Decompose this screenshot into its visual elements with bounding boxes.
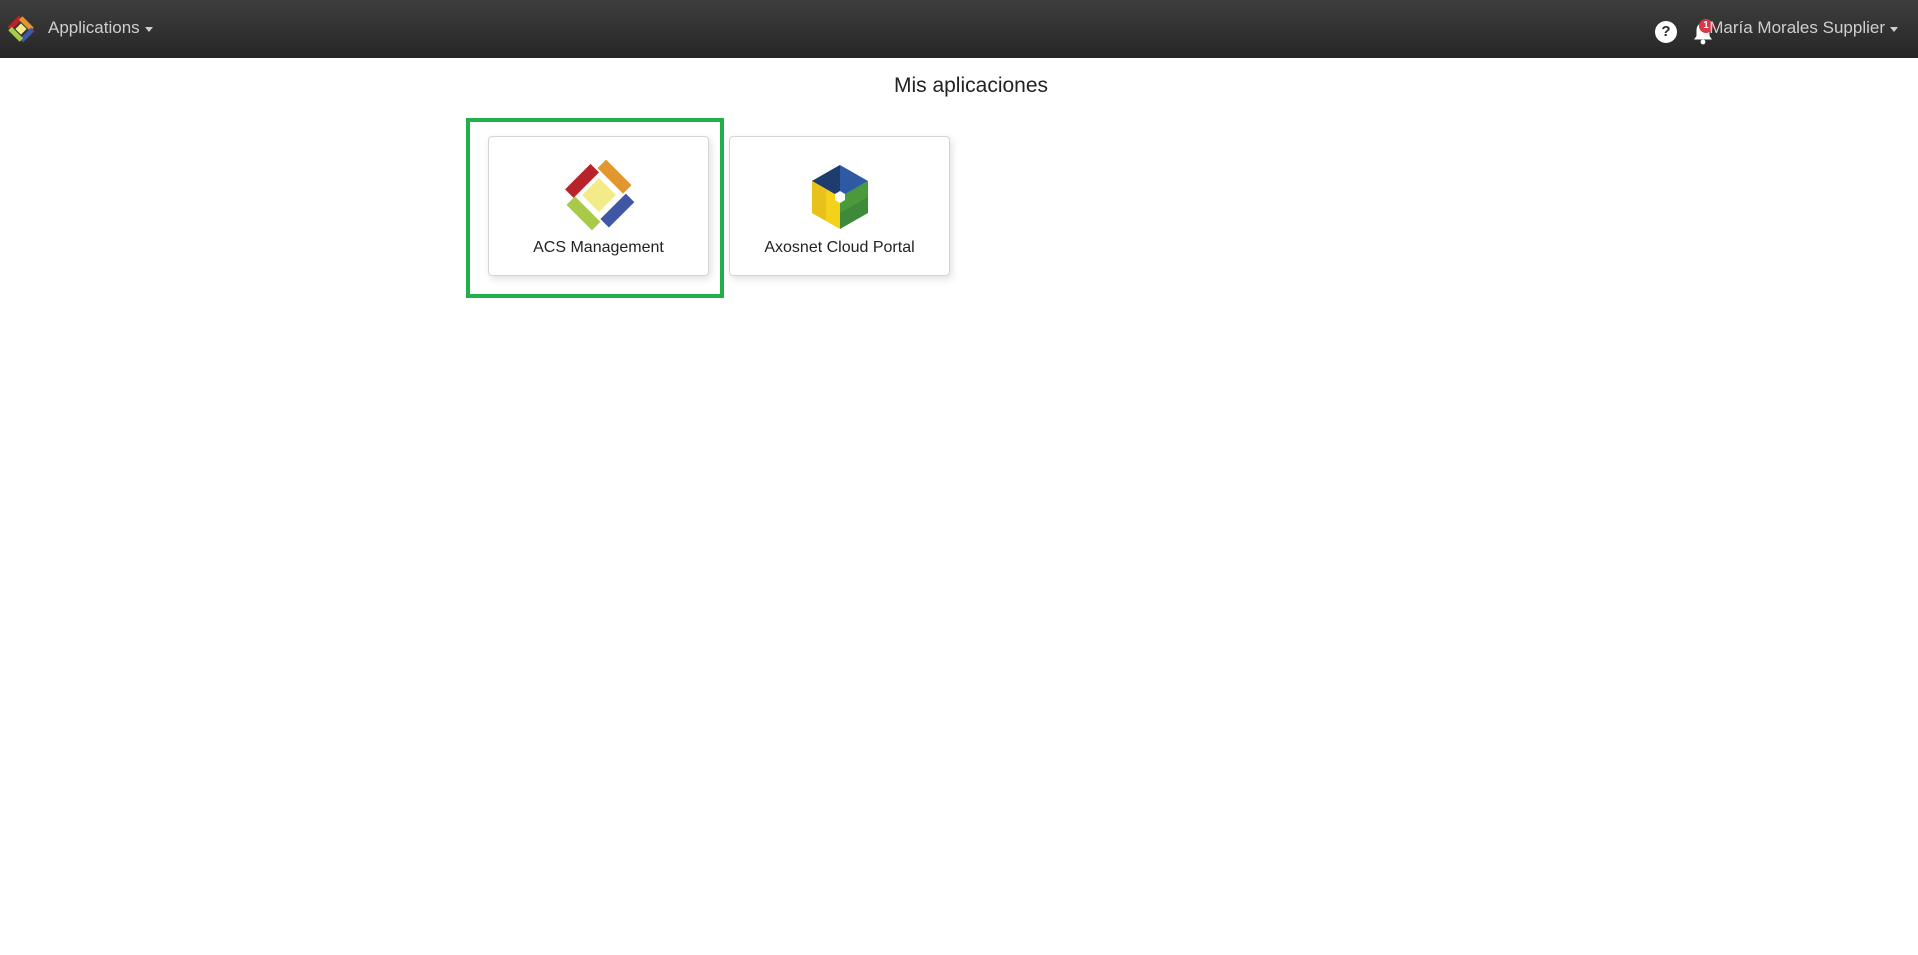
applications-menu-label: Applications xyxy=(48,18,140,37)
caret-down-icon xyxy=(1890,26,1898,32)
user-name: María Morales Supplier xyxy=(1709,18,1885,37)
page-title: Mis aplicaciones xyxy=(893,74,1049,97)
help-icon[interactable]: ? xyxy=(1655,21,1677,43)
acs-logo-icon xyxy=(564,159,634,231)
top-navbar: Applications ? 1 María Morales Supplier xyxy=(0,0,1918,58)
app-card-label: ACS Management xyxy=(533,239,664,256)
app-card-axosnet-cloud-portal[interactable]: Axosnet Cloud Portal xyxy=(729,136,950,276)
caret-down-icon xyxy=(144,26,153,32)
applications-menu[interactable]: Applications xyxy=(48,18,153,38)
user-menu[interactable]: María Morales Supplier xyxy=(1709,18,1898,38)
app-card-acs-management[interactable]: ACS Management xyxy=(488,136,709,276)
app-card-label: Axosnet Cloud Portal xyxy=(764,239,915,256)
brand-logo-icon[interactable] xyxy=(7,15,35,43)
axosnet-cube-icon xyxy=(811,165,868,229)
